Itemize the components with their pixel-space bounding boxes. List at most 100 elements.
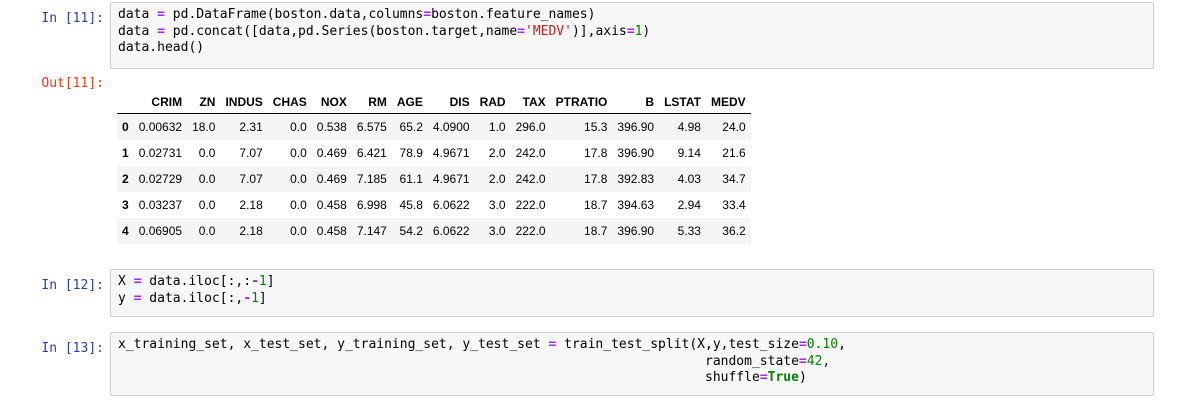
code-editor[interactable]: X = data.iloc[:,:-1] y = data.iloc[:,-1] <box>110 269 1154 317</box>
table-cell: 6.0622 <box>432 224 470 238</box>
table-cell: 2.18 <box>239 224 263 238</box>
code-token: ] <box>266 274 275 289</box>
table-cell: 396.90 <box>617 146 655 160</box>
code-line: x_training_set, x_test_set, y_training_s… <box>118 337 846 352</box>
table-cell: 4.03 <box>677 172 701 186</box>
code-editor[interactable]: data = pd.DataFrame(boston.data,columns=… <box>110 2 1154 69</box>
index-header <box>117 91 134 114</box>
table-cell: 0.469 <box>316 146 347 160</box>
table-header-row: CRIM ZN INDUS CHAS NOX RM AGE DIS RAD TAX PTRATIO B… <box>117 91 751 114</box>
code-token: )],axis <box>571 23 627 39</box>
code-token: data <box>118 23 158 39</box>
column-header: INDUS <box>220 91 268 114</box>
table-cell: 7.185 <box>356 172 387 186</box>
table-cell: 0.00632 <box>138 120 183 134</box>
table-cell: 0.02729 <box>138 172 183 186</box>
code-token: True <box>767 370 799 385</box>
table-cell: 6.575 <box>356 120 387 134</box>
table-cell: 18.7 <box>584 198 608 212</box>
table-cell: 17.8 <box>584 146 608 160</box>
code-token: ] <box>258 290 267 306</box>
code-token: data.iloc[:,: <box>141 274 252 289</box>
table-cell: 54.2 <box>399 224 423 238</box>
table-cell: 78.9 <box>399 146 423 160</box>
table-cell: 6.421 <box>356 146 387 160</box>
table-cell: 65.2 <box>399 120 423 134</box>
code-line: shuffle=True) <box>118 370 807 385</box>
code-token: y <box>118 290 134 306</box>
row-index: 2 <box>122 172 129 186</box>
column-header: B <box>612 91 660 114</box>
table-cell: 4.0900 <box>432 120 470 134</box>
table-cell: 396.90 <box>617 224 655 238</box>
code-token: , <box>822 353 831 369</box>
table-cell: 0.0 <box>290 224 307 238</box>
table-cell: 0.02731 <box>138 146 183 160</box>
table-cell: 242.0 <box>515 146 546 160</box>
table-cell: 34.7 <box>722 172 746 186</box>
code-line: data.head() <box>118 40 204 55</box>
table-cell: 4.9671 <box>432 172 470 186</box>
table-row: 1 0.02731 0.0 7.07 0.0 0.469 6.421 78.9 4.9671 2.… <box>117 140 751 166</box>
table-cell: 36.2 <box>722 224 746 238</box>
code-token: pd.DataFrame(boston.data,columns <box>164 7 424 22</box>
table-cell: 242.0 <box>515 172 546 186</box>
code-token: 0.10 <box>806 337 839 352</box>
code-editor[interactable]: x_training_set, x_test_set, y_training_s… <box>110 332 1154 396</box>
code-line: data = pd.DataFrame(boston.data,columns=… <box>118 7 595 22</box>
input-prompt: In [11]: <box>41 11 104 26</box>
table-cell: 33.4 <box>722 198 746 212</box>
code-token: X <box>118 274 134 289</box>
table-cell: 6.998 <box>356 198 387 212</box>
table-cell: 0.0 <box>198 198 216 212</box>
code-token: ) <box>642 23 651 39</box>
table-body: 0 0.00632 18.0 2.31 0.0 0.538 6.575 65.2 4.0900 1… <box>117 113 751 244</box>
code-token: 'MEDV' <box>525 23 572 39</box>
table-cell: 18.0 <box>192 120 216 134</box>
column-header: LSTAT <box>659 91 706 114</box>
dataframe-table: CRIM ZN INDUS CHAS NOX RM AGE DIS RAD TAX PTRATIO B… <box>117 91 751 244</box>
code-text[interactable]: X = data.iloc[:,:-1] y = data.iloc[:,-1] <box>111 270 1153 311</box>
table-cell: 18.7 <box>584 224 608 238</box>
code-token: data.head() <box>118 40 205 55</box>
code-token: - <box>251 274 259 289</box>
table-cell: 0.0 <box>290 172 307 186</box>
code-token: = <box>626 23 635 39</box>
table-cell: 0.0 <box>290 198 307 212</box>
column-header: CHAS <box>267 91 312 114</box>
table-cell: 0.469 <box>316 172 347 186</box>
dataframe-output: CRIM ZN INDUS CHAS NOX RM AGE DIS RAD TAX PTRATIO B… <box>117 91 751 244</box>
code-line: y = data.iloc[:,-1] <box>118 291 267 306</box>
code-line: random_state=42, <box>118 354 830 369</box>
code-token: shuffle <box>118 370 760 385</box>
code-token: ) <box>798 370 807 385</box>
code-token: boston.feature_names) <box>431 7 596 22</box>
code-token: = <box>798 353 807 369</box>
code-token: = <box>157 7 165 22</box>
table-row: 3 0.03237 0.0 2.18 0.0 0.458 6.998 45.8 6.0622 3.… <box>117 192 751 218</box>
table-cell: 7.07 <box>239 146 263 160</box>
table-cell: 2.31 <box>239 120 263 134</box>
row-index: 0 <box>122 120 129 134</box>
table-cell: 222.0 <box>515 198 546 212</box>
table-cell: 4.98 <box>677 120 701 134</box>
column-header: RAD <box>474 91 511 114</box>
table-cell: 7.147 <box>356 224 387 238</box>
table-cell: 0.0 <box>290 120 307 134</box>
table-cell: 0.03237 <box>138 198 183 212</box>
table-cell: 222.0 <box>515 224 546 238</box>
table-cell: 394.63 <box>617 198 655 212</box>
code-text[interactable]: data = pd.DataFrame(boston.data,columns=… <box>111 3 1153 61</box>
code-text[interactable]: x_training_set, x_test_set, y_training_s… <box>111 333 1153 391</box>
code-token: = <box>798 337 807 352</box>
table-cell: 15.3 <box>584 120 608 134</box>
column-header: CRIM <box>133 91 188 114</box>
table-cell: 0.0 <box>198 224 216 238</box>
row-index: 4 <box>122 224 129 238</box>
table-row: 2 0.02729 0.0 7.07 0.0 0.469 7.185 61.1 4.9671 2.… <box>117 166 751 192</box>
table-cell: 24.0 <box>722 120 746 134</box>
row-index: 3 <box>122 198 129 212</box>
table-cell: 2.94 <box>677 198 701 212</box>
table-cell: 6.0622 <box>432 198 470 212</box>
table-cell: 0.458 <box>316 224 347 238</box>
